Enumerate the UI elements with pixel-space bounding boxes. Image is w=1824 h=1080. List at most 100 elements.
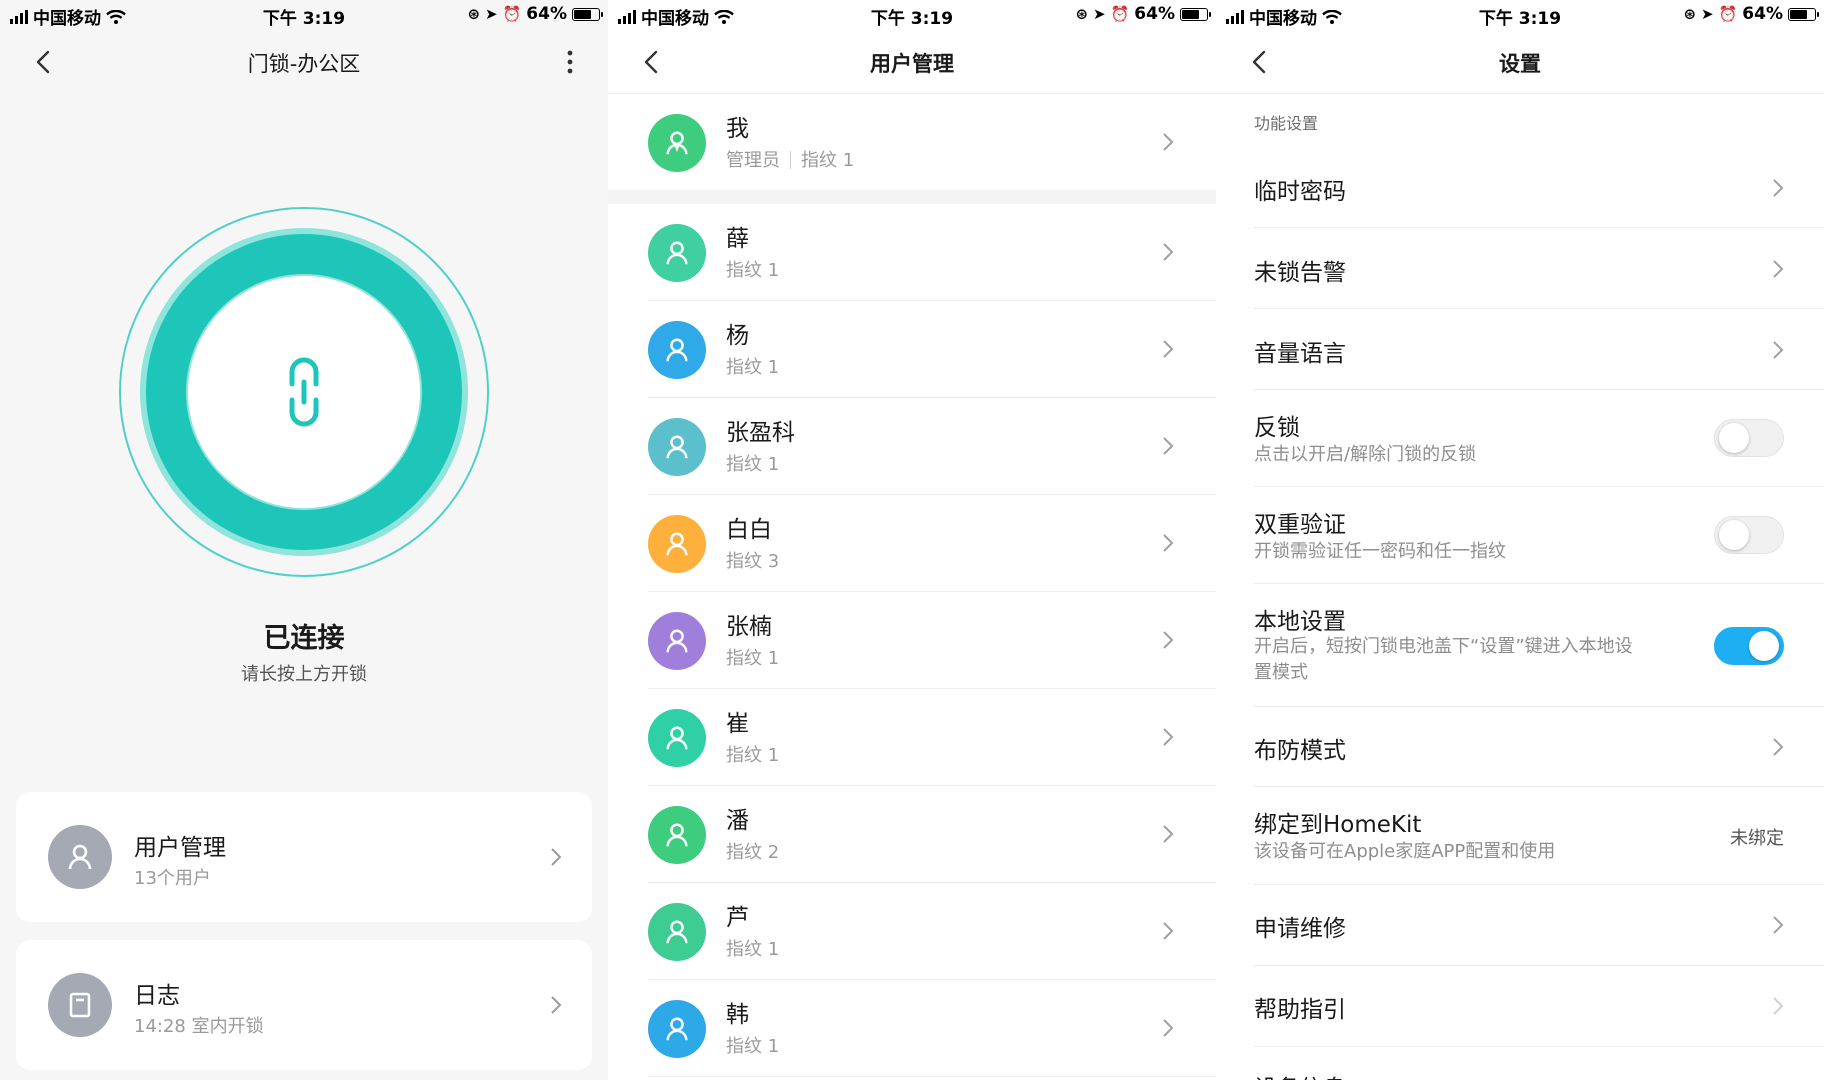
chevron-right-icon xyxy=(1773,738,1784,756)
location-icon: ➤ xyxy=(1093,5,1106,23)
user-row[interactable]: 崔指纹 1 xyxy=(608,689,1216,786)
user-icon xyxy=(666,920,688,944)
setting-repair[interactable]: 申请维修 xyxy=(1216,885,1824,966)
log-card-subtitle: 14:28 室内开锁 xyxy=(134,1016,264,1037)
setting-label: 本地设置 xyxy=(1254,609,1346,635)
nav-bar: 用户管理 xyxy=(608,30,1216,94)
battery-icon xyxy=(572,7,603,21)
section-divider xyxy=(608,190,1216,204)
location-icon: ➤ xyxy=(485,5,498,23)
user-name: 韩 xyxy=(726,1002,749,1028)
user-fingerprint: 指纹 2 xyxy=(726,842,780,863)
setting-local-settings: 本地设置 开启后，短按门锁电池盖下“设置”键进入本地设置模式 xyxy=(1216,584,1824,707)
rotation-lock-icon: ⊛ xyxy=(467,5,481,23)
homekit-status: 未绑定 xyxy=(1730,828,1784,849)
rotation-lock-icon: ⊛ xyxy=(1075,5,1089,23)
user-fingerprint: 指纹 1 xyxy=(726,648,780,669)
local-settings-toggle[interactable] xyxy=(1714,627,1784,665)
chevron-right-icon xyxy=(1773,997,1784,1015)
status-bar: 中国移动 下午 3:19 ⊛ ➤ ⏰ 64% xyxy=(608,0,1216,30)
setting-description: 该设备可在Apple家庭APP配置和使用 xyxy=(1254,841,1556,862)
chevron-right-icon xyxy=(1773,916,1784,934)
user-name: 芦 xyxy=(726,905,749,931)
user-name: 张楠 xyxy=(726,614,772,640)
setting-arm-mode[interactable]: 布防模式 xyxy=(1216,707,1824,787)
setting-label: 申请维修 xyxy=(1254,916,1346,942)
user-card-title: 用户管理 xyxy=(134,835,226,861)
user-avatar xyxy=(648,709,706,767)
setting-dual-verify: 双重验证 开锁需验证任一密码和任一指纹 xyxy=(1216,487,1824,584)
user-avatar xyxy=(648,903,706,961)
setting-unlock-alarm[interactable]: 未锁告警 xyxy=(1216,228,1824,309)
nav-bar: 门锁-办公区 xyxy=(0,30,608,94)
user-row-me[interactable]: 我 管理员 指纹 1 xyxy=(608,94,1216,191)
alarm-icon: ⏰ xyxy=(502,5,522,23)
book-icon xyxy=(69,992,91,1018)
user-icon xyxy=(666,629,688,653)
user-role: 管理员 xyxy=(726,150,780,171)
more-options-icon[interactable] xyxy=(562,46,578,78)
rotation-lock-icon: ⊛ xyxy=(1683,5,1697,23)
user-row[interactable]: 韩指纹 1 xyxy=(608,980,1216,1077)
battery-percent: 64% xyxy=(526,4,567,24)
user-avatar xyxy=(648,1000,706,1058)
setting-temp-password[interactable]: 临时密码 xyxy=(1216,147,1824,228)
setting-label: 双重验证 xyxy=(1254,512,1346,538)
unlock-button[interactable] xyxy=(118,206,490,578)
battery-percent: 64% xyxy=(1742,4,1783,24)
location-icon: ➤ xyxy=(1701,5,1714,23)
chevron-right-icon xyxy=(1773,179,1784,197)
chevron-right-icon xyxy=(1163,340,1174,358)
user-icon xyxy=(666,241,688,265)
user-management-card[interactable]: 用户管理 13个用户 xyxy=(16,792,592,922)
admin-user-icon xyxy=(666,131,688,155)
setting-homekit[interactable]: 绑定到HomeKit 该设备可在Apple家庭APP配置和使用 未绑定 xyxy=(1216,787,1824,885)
log-card[interactable]: 日志 14:28 室内开锁 xyxy=(16,940,592,1070)
setting-device-info[interactable]: 设备信息 xyxy=(1216,1047,1824,1080)
user-fingerprint: 指纹 1 xyxy=(726,1036,780,1057)
setting-help[interactable]: 帮助指引 xyxy=(1216,966,1824,1047)
chevron-right-icon xyxy=(1163,534,1174,552)
user-icon xyxy=(666,532,688,556)
chevron-right-icon xyxy=(1163,631,1174,649)
row-divider xyxy=(648,1076,1216,1077)
user-name: 薛 xyxy=(726,226,749,252)
chevron-right-icon xyxy=(551,848,562,866)
status-bar: 中国移动 下午 3:19 ⊛ ➤ ⏰ 64% xyxy=(1216,0,1824,30)
chevron-right-icon xyxy=(1163,825,1174,843)
user-row[interactable]: 张盈科 指纹 1 xyxy=(608,398,1216,495)
chevron-right-icon xyxy=(1163,1019,1174,1037)
user-row[interactable]: 张楠指纹 1 xyxy=(608,592,1216,689)
alarm-icon: ⏰ xyxy=(1718,5,1738,23)
chevron-right-icon xyxy=(551,996,562,1014)
user-icon xyxy=(666,726,688,750)
user-name: 白白 xyxy=(726,517,772,543)
section-header: 功能设置 xyxy=(1254,114,1319,133)
setting-label: 音量语言 xyxy=(1254,341,1346,367)
user-row[interactable]: 芦指纹 1 xyxy=(608,883,1216,980)
user-row[interactable]: 潘指纹 2 xyxy=(608,786,1216,883)
setting-volume-language[interactable]: 音量语言 xyxy=(1216,309,1824,390)
status-bar: 中国移动 下午 3:19 ⊛ ➤ ⏰ 64% xyxy=(0,0,608,30)
setting-label: 未锁告警 xyxy=(1254,260,1346,286)
user-name: 我 xyxy=(726,116,749,142)
user-card-subtitle: 13个用户 xyxy=(134,868,211,889)
alarm-icon: ⏰ xyxy=(1110,5,1130,23)
user-row[interactable]: 白白 指纹 3 xyxy=(608,495,1216,592)
user-fingerprint: 指纹 1 xyxy=(726,357,780,378)
user-row[interactable]: 薛指纹 1 xyxy=(608,204,1216,301)
admin-avatar xyxy=(648,114,706,172)
setting-description: 点击以开启/解除门锁的反锁 xyxy=(1254,444,1477,465)
user-fingerprint: 指纹 1 xyxy=(726,745,780,766)
setting-description: 开锁需验证任一密码和任一指纹 xyxy=(1254,541,1506,562)
battery-percent: 64% xyxy=(1134,4,1175,24)
battery-icon xyxy=(1788,7,1819,21)
page-title: 设置 xyxy=(1499,52,1541,76)
deadlock-toggle[interactable] xyxy=(1714,419,1784,457)
user-name: 崔 xyxy=(726,711,749,737)
chevron-right-icon xyxy=(1163,922,1174,940)
user-row[interactable]: 杨指纹 1 xyxy=(608,301,1216,398)
dual-verify-toggle[interactable] xyxy=(1714,516,1784,554)
user-avatar xyxy=(48,825,112,889)
user-fingerprint: 指纹 1 xyxy=(801,150,855,171)
